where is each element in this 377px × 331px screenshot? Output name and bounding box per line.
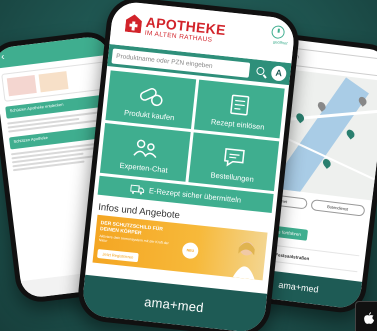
tile-orders[interactable]: Bestellungen [188, 132, 280, 192]
truck-icon [129, 184, 145, 195]
tile-label: Produkt kaufen [123, 107, 175, 123]
woman-photo-icon [232, 241, 255, 280]
tile-redeem-prescription[interactable]: Rezept einlösen [193, 79, 285, 139]
search-icon [256, 66, 265, 76]
app-store-badge[interactable] [355, 301, 377, 331]
brand-logo: ama+med [277, 279, 320, 295]
clock-icon[interactable] [270, 24, 286, 40]
map-pin-icon[interactable] [294, 111, 306, 124]
brand-logo: ama+med [143, 293, 205, 315]
tile-label: E-Rezept sicher übermitteln [148, 186, 242, 205]
map-pin-icon[interactable] [345, 128, 357, 140]
account-button[interactable]: A [270, 64, 288, 82]
chat-people-icon [133, 139, 157, 158]
tile-expert-chat[interactable]: Experten-Chat [99, 123, 191, 182]
tile-buy-product[interactable]: Produkt kaufen [105, 70, 197, 130]
back-arrow-icon[interactable]: ‹ [1, 52, 6, 63]
app-footer: ama+med [80, 274, 268, 331]
search-button[interactable] [253, 63, 268, 79]
tile-label: Bestellungen [210, 170, 255, 184]
document-thumbnail [38, 71, 69, 93]
apple-icon [364, 312, 374, 324]
prescription-icon [230, 94, 250, 116]
banner-badge: NEU [181, 241, 200, 260]
tile-label: Rezept einlösen [210, 117, 265, 132]
pharmacy-logo-icon [124, 14, 142, 34]
center-phone-screen: APOTHEKE IM ALTEN RATHAUS geöffnet Produ… [80, 0, 297, 331]
orders-chat-icon [224, 148, 245, 167]
tile-label: Experten-Chat [119, 160, 169, 175]
filter-delivery[interactable]: Botendienst [309, 199, 366, 217]
document-thumbnail [6, 74, 37, 97]
opening-status: geöffnet [272, 39, 288, 46]
banner-register-button[interactable]: Jetzt Registrieren [96, 248, 139, 263]
center-phone: APOTHEKE IM ALTEN RATHAUS geöffnet Produ… [75, 0, 302, 331]
action-tiles: Produkt kaufen Rezept einlösen Experten-… [93, 66, 289, 217]
pills-icon [139, 88, 163, 107]
